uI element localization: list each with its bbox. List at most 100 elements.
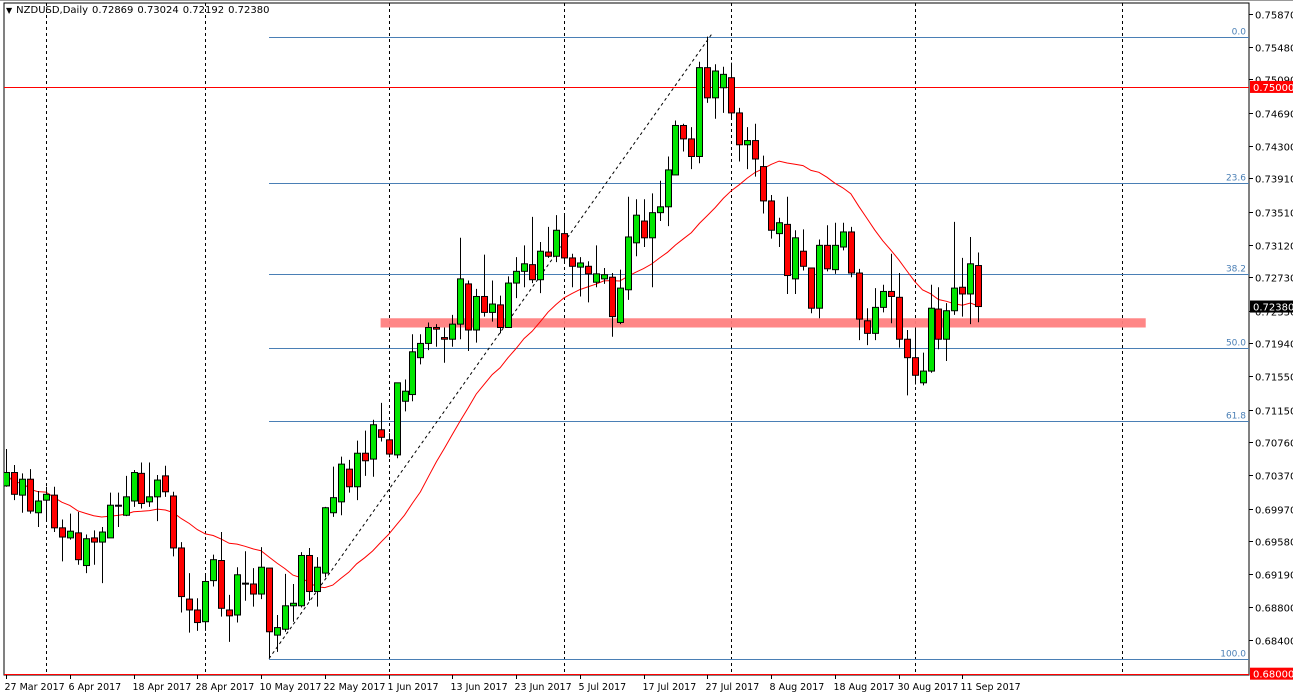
candle-body — [210, 559, 217, 582]
candle-body — [864, 320, 871, 334]
candle — [131, 469, 138, 507]
candle-body — [680, 124, 687, 140]
candle-body — [11, 472, 18, 495]
candle-body — [417, 342, 424, 359]
candle-body — [601, 274, 608, 280]
candle-body — [816, 244, 823, 309]
chart-header: ▼ NZDUSD,Daily 0.72869 0.73024 0.72192 0… — [6, 5, 269, 16]
candle-body — [760, 166, 767, 202]
fib-level-label: 23.6 — [1226, 174, 1246, 184]
candle-body — [274, 627, 281, 636]
candle-body — [951, 287, 958, 312]
price-axis-label: 0.69190 — [1255, 571, 1293, 582]
candle — [816, 239, 823, 319]
candle-body — [489, 303, 496, 313]
candle-body — [194, 609, 201, 624]
price-chart[interactable]: 0.0 23.6 38.2 50.0 61.8 100.0 0.75870 0.75480 0.… — [0, 0, 1293, 698]
candle — [298, 552, 305, 608]
price-axis-label: 0.68800 — [1255, 604, 1293, 615]
candle-body — [346, 468, 353, 488]
candle-body — [378, 429, 385, 438]
candle — [322, 506, 329, 578]
candle-body — [529, 264, 536, 281]
candle-body — [497, 304, 504, 328]
time-axis-label: 8 Aug 2017 — [770, 682, 825, 693]
candle-body — [282, 605, 289, 630]
candle-body — [409, 351, 416, 396]
candle-body — [314, 566, 321, 593]
candle-body — [35, 500, 42, 514]
candle-body — [744, 140, 751, 146]
candle-body — [146, 496, 153, 503]
candle-body — [394, 382, 401, 456]
support-zone — [380, 318, 1146, 328]
candle-body — [290, 602, 297, 607]
price-axis-label: 0.69970 — [1255, 506, 1293, 517]
candle-body — [202, 580, 209, 623]
candle-body — [226, 609, 233, 617]
candle-body — [672, 124, 679, 176]
candle-body — [43, 493, 50, 501]
fib-level-label: 100.0 — [1220, 650, 1246, 660]
candle-body — [625, 236, 632, 291]
dropdown-triangle-icon[interactable]: ▼ — [6, 6, 12, 15]
candle — [696, 61, 703, 164]
time-axis-label: 28 Apr 2017 — [196, 682, 255, 693]
time-axis-label: 6 Apr 2017 — [69, 682, 122, 693]
candle-body — [99, 531, 106, 543]
open-price: 0.72869 — [92, 5, 134, 16]
candle-body — [433, 326, 440, 330]
candle-body — [170, 495, 177, 549]
candle-body — [330, 497, 337, 514]
candle-body — [131, 472, 138, 502]
time-axis-label: 13 Jun 2017 — [451, 682, 508, 693]
candle — [848, 226, 855, 278]
candle-body — [688, 138, 695, 157]
candle-body — [912, 357, 919, 376]
candle-body — [186, 598, 193, 611]
candle-body — [441, 337, 448, 340]
candle-body — [896, 296, 903, 340]
candle-body — [162, 475, 169, 493]
price-axis-label: 0.73910 — [1255, 175, 1293, 186]
time-axis-label: 1 Jun 2017 — [388, 682, 439, 693]
fib-level-label: 38.2 — [1226, 265, 1246, 275]
candle-body — [657, 206, 664, 214]
price-axis-label: 0.74300 — [1255, 143, 1293, 154]
candle-body — [473, 295, 480, 331]
price-axis-label: 0.68400 — [1255, 637, 1293, 648]
candle-body — [904, 338, 911, 359]
candle-body — [704, 67, 711, 99]
candle-body — [545, 251, 552, 257]
candle-body — [138, 472, 145, 505]
candle-body — [338, 463, 345, 503]
price-axis-label: 0.70760 — [1255, 439, 1293, 450]
candle-body — [975, 265, 982, 308]
time-axis-label: 18 Apr 2017 — [133, 682, 192, 693]
candle-body — [665, 169, 672, 208]
last-price-tag: 0.72380 — [1253, 303, 1293, 314]
time-axis-label: 17 Jul 2017 — [643, 682, 697, 693]
candle-body — [154, 479, 161, 498]
candle-body — [505, 282, 512, 328]
candle-body — [880, 290, 887, 308]
candle-body — [920, 370, 927, 384]
candle-body — [457, 278, 464, 325]
candle-body — [768, 200, 775, 231]
price-axis-label: 0.73510 — [1255, 209, 1293, 220]
candle-body — [178, 547, 185, 598]
candle-body — [513, 270, 520, 284]
candle-body — [266, 567, 273, 633]
candle-body — [561, 233, 568, 259]
candle-body — [521, 263, 528, 272]
level-price-tag: 0.68000 — [1253, 670, 1293, 681]
candle-body — [872, 306, 879, 334]
fib-level-label: 0.0 — [1232, 28, 1247, 38]
candle-body — [888, 290, 895, 297]
candle-body — [298, 554, 305, 607]
time-axis-label: 10 May 2017 — [260, 682, 322, 693]
symbol-timeframe: NZDUSD,Daily — [16, 5, 89, 16]
candle-body — [832, 244, 839, 271]
time-axis-label: 27 Mar 2017 — [5, 682, 65, 693]
candle-body — [776, 222, 783, 235]
